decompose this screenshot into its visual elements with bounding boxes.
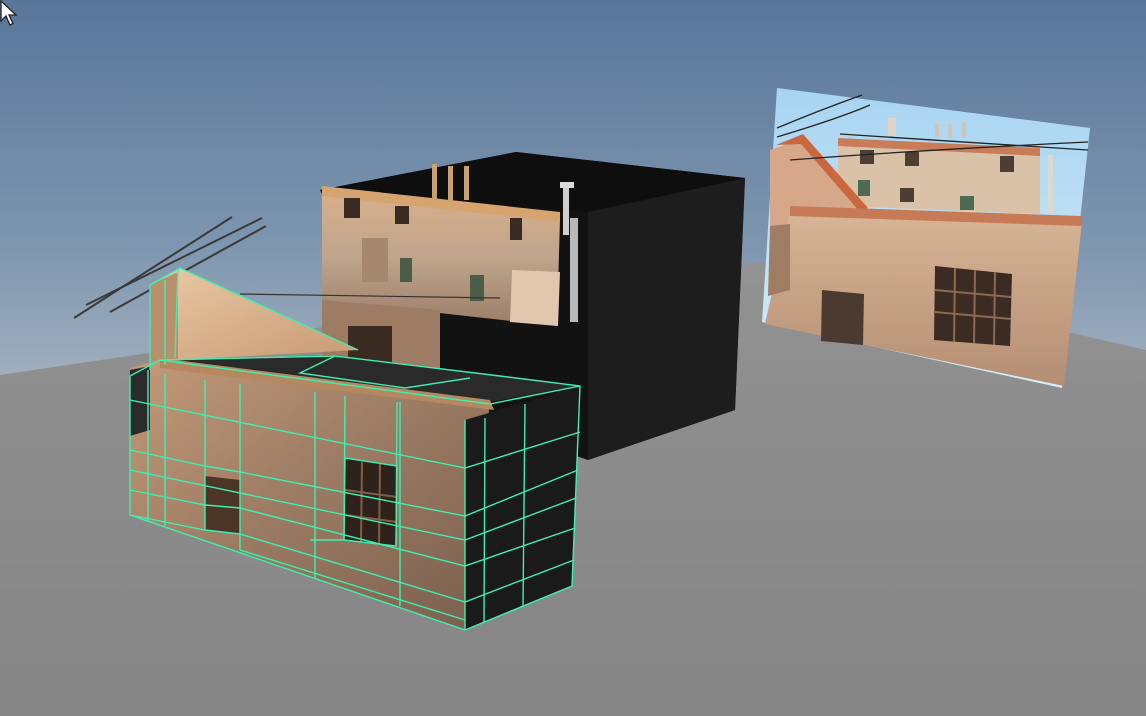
- viewport-canvas[interactable]: [0, 0, 1146, 716]
- 3d-viewport[interactable]: [0, 0, 1146, 716]
- arrow-cursor-icon: [0, 0, 18, 26]
